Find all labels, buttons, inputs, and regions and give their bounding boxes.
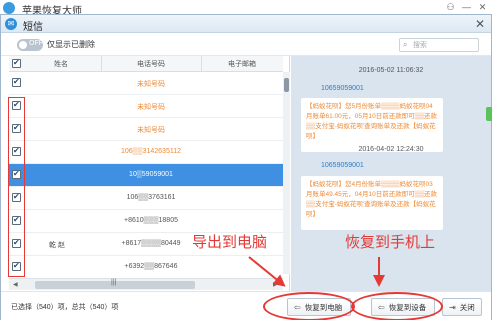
close-button[interactable]: ⇥ 关闭 <box>442 298 482 316</box>
dialog-close-button[interactable]: ✕ <box>475 17 485 31</box>
toggle-state-text: OFF <box>29 40 43 47</box>
horizontal-scrollbar-thumb[interactable]: ||| <box>35 279 195 289</box>
sms-dialog: ✉ 短信 ✕ OFF 仅显示已删除 ⌕ 姓名 电话号码 电子邮箱 未知号码未知号… <box>0 14 492 320</box>
restore-device-highlight-annotation <box>351 292 443 320</box>
vertical-scrollbar[interactable] <box>283 72 290 274</box>
side-tab[interactable] <box>486 107 492 121</box>
search-icon: ⌕ <box>403 40 408 49</box>
message-date: 2016-05-02 11:06:32 <box>358 67 424 74</box>
cell-phone: 10▒59059001 <box>129 171 173 178</box>
table-row[interactable]: 未知号码 <box>9 72 283 95</box>
restore-pc-highlight-annotation <box>263 292 355 320</box>
checkbox-highlight-annotation <box>8 97 25 277</box>
search-input[interactable] <box>413 40 475 51</box>
export-to-pc-annotation: 导出到电脑 <box>192 233 268 251</box>
toolbar: OFF 仅显示已删除 ⌕ <box>1 34 491 56</box>
message-sender: 10659059001 <box>321 85 364 92</box>
cell-name: 乾 赵 <box>49 242 65 249</box>
search-box[interactable]: ⌕ <box>399 38 479 52</box>
cell-phone: +6392▒▒867646 <box>124 263 178 270</box>
deleted-only-toggle[interactable]: OFF <box>17 39 43 51</box>
row-checkbox[interactable] <box>12 77 21 87</box>
bottom-bar: 已选择（540）项，总共（540）项 ⇦ 恢复到电脑 ⇦ 恢复到设备 ⇥ 关闭 <box>1 291 491 320</box>
cell-phone: 未知号码 <box>137 81 165 88</box>
scroll-left-icon[interactable]: ◀ <box>13 281 18 288</box>
toggle-knob <box>19 41 27 49</box>
cell-phone: 106▒▒3142635112 <box>120 148 181 155</box>
cell-phone: +8610▒▒▒18805 <box>123 217 178 224</box>
dialog-title: 短信 <box>23 22 43 33</box>
message-sender: 10659059001 <box>321 162 364 169</box>
table-row[interactable]: 未知号码 <box>9 118 283 141</box>
cell-phone: 106▒▒3763161 <box>126 194 176 201</box>
cell-phone: +8617▒▒▒▒80449 <box>121 240 181 247</box>
deleted-only-label: 仅显示已删除 <box>47 40 95 49</box>
cell-phone: 未知号码 <box>137 127 165 134</box>
selection-status: 已选择（540）项，总共（540）项 <box>11 304 119 311</box>
annotation-arrows <box>248 256 385 287</box>
column-header-phone[interactable]: 电话号码 <box>101 59 201 69</box>
cell-phone: 未知号码 <box>137 104 165 111</box>
table-header: 姓名 电话号码 电子邮箱 <box>9 56 283 72</box>
message-bubble: 【蚂蚁花呗】您5月份账单▒▒▒▒蚂蚁花呗04月账单61.00元，05月10日前还… <box>301 98 443 152</box>
window-controls: ⚇ — ✕ <box>445 2 488 13</box>
message-date: 2016-04-02 12:24:30 <box>358 146 424 153</box>
table-row[interactable]: 106▒▒3142635112 <box>9 141 283 164</box>
table-row[interactable]: 106▒▒3763161 <box>9 187 283 210</box>
grip-icon: ||| <box>111 279 117 286</box>
sms-icon: ✉ <box>5 18 17 30</box>
column-header-name[interactable]: 姓名 <box>39 59 83 69</box>
minimize-icon[interactable]: — <box>461 2 472 13</box>
select-all-checkbox[interactable] <box>12 58 21 68</box>
restore-to-phone-annotation: 恢复到手机上 <box>345 233 436 251</box>
table-row[interactable]: 未知号码 <box>9 95 283 118</box>
table-row[interactable]: 10▒59059001 <box>9 164 283 187</box>
table-row[interactable]: +8610▒▒▒18805 <box>9 210 283 233</box>
close-door-icon: ⇥ <box>449 302 456 312</box>
vertical-scrollbar-thumb[interactable] <box>284 78 289 92</box>
app-close-icon[interactable]: ✕ <box>477 2 488 13</box>
arrow-to-restore-pc <box>248 256 286 287</box>
close-label: 关闭 <box>459 302 475 312</box>
dialog-titlebar: ✉ 短信 ✕ <box>1 15 491 33</box>
message-bubble: 【蚂蚁花呗】您4月份账单▒▒▒▒蚂蚁花呗03月账单49.45元，04月10日前还… <box>301 176 443 230</box>
column-header-email[interactable]: 电子邮箱 <box>201 59 283 69</box>
weibo-icon[interactable]: ⚇ <box>445 2 456 13</box>
app-logo-icon <box>3 2 15 14</box>
